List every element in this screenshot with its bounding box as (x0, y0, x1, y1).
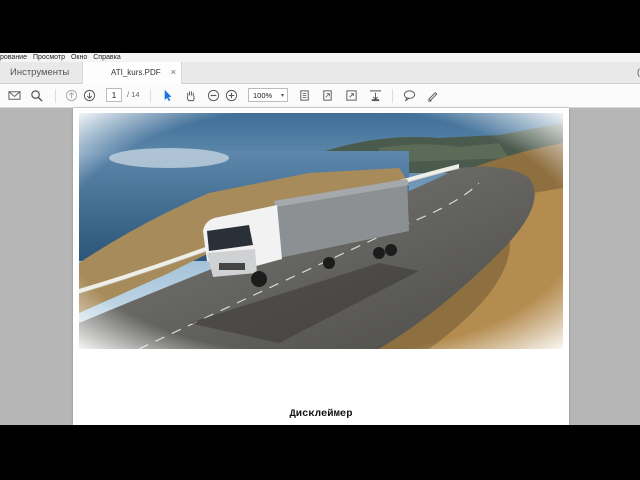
chevron-down-icon: ▾ (280, 93, 284, 99)
rotate-page-icon[interactable] (320, 88, 334, 102)
previous-page-icon[interactable] (64, 88, 78, 102)
toolbar-divider (55, 89, 56, 103)
document-workspace[interactable]: Дисклеймер (0, 108, 640, 425)
zoom-in-icon[interactable] (224, 88, 238, 102)
document-tab-label: ATI_kurs.PDF (111, 68, 161, 77)
tab-bar: Инструменты ATI_kurs.PDF × ( (0, 62, 640, 84)
close-tab-icon[interactable]: × (171, 67, 176, 77)
scroll-mode-icon[interactable] (368, 88, 382, 102)
menu-item-window[interactable]: Окно (71, 53, 87, 62)
toolbar: 1 / 14 100% ▾ (0, 84, 640, 108)
page-heading: Дисклеймер (289, 408, 353, 420)
toolbar-divider (150, 89, 151, 103)
video-letterbox-top (0, 0, 640, 53)
menu-bar: рование Просмотр Окно Справка (0, 53, 640, 62)
zoom-value: 100% (253, 91, 273, 100)
fit-page-icon[interactable] (297, 88, 311, 102)
next-page-icon[interactable] (82, 88, 96, 102)
menu-item-edit[interactable]: рование (0, 53, 27, 62)
comment-icon[interactable] (402, 88, 416, 102)
hand-tool-icon[interactable] (183, 88, 197, 102)
tab-document[interactable]: ATI_kurs.PDF × (82, 62, 182, 84)
full-screen-icon[interactable] (344, 88, 358, 102)
menu-item-help[interactable]: Справка (93, 53, 120, 62)
video-letterbox-bottom (0, 425, 640, 480)
pdf-page: Дисклеймер (73, 108, 569, 425)
pen-icon[interactable] (425, 88, 439, 102)
email-icon[interactable] (7, 88, 21, 102)
zoom-select[interactable]: 100% ▾ (248, 88, 288, 102)
truck-cover-image (79, 113, 563, 349)
tab-tools[interactable]: Инструменты (10, 67, 69, 78)
page-total: / 14 (127, 90, 140, 99)
toolbar-divider (392, 89, 393, 103)
menu-item-view[interactable]: Просмотр (33, 53, 65, 62)
page-number-input[interactable]: 1 (106, 88, 122, 102)
search-icon[interactable] (29, 88, 43, 102)
zoom-out-icon[interactable] (206, 88, 220, 102)
select-cursor-icon[interactable] (160, 88, 174, 102)
